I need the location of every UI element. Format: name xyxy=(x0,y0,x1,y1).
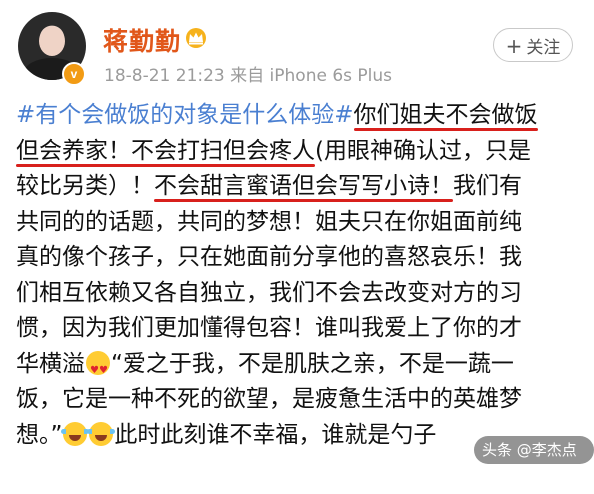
plus-icon: + xyxy=(505,34,523,58)
content-line: 真的像个孩子，只在她面前分享他的喜怒哀乐！我 xyxy=(16,244,522,270)
content-line: 但会养家！不会打扫但会疼人(用眼神确认过，只是 xyxy=(16,134,586,170)
tears-of-joy-emoji-icon xyxy=(61,421,90,446)
content-line: 华横溢 “爱之于我，不是肌肤之亲，不是一蔬一 xyxy=(16,347,586,388)
underlined-text: 不会甜言蜜语但会写写小诗！ xyxy=(154,173,453,199)
underlined-text: 你们姐夫不会做饭 xyxy=(353,102,538,128)
content-line: 们相互依赖又各自独立，我们不会去改变对方的习 xyxy=(16,279,522,306)
post-meta: 18-8-21 21:23 来自 iPhone 6s Plus xyxy=(104,66,393,86)
heart-eyes-emoji-icon xyxy=(86,350,110,388)
content-text: 此时此刻谁不幸福，谁就是勺子 xyxy=(114,421,437,448)
watermark: 头条 @李杰点 ↗ xyxy=(474,436,594,487)
content-text: 较比另类）！ xyxy=(16,173,154,199)
post-content: #有个会做饭的对象是什么体验#你们姐夫不会做饭 但会养家！不会打扫但会疼人(用眼… xyxy=(16,98,586,453)
content-text: (用眼神确认过，只是 xyxy=(315,137,531,164)
content-line: 较比另类）！不会甜言蜜语但会写写小诗！我们有 xyxy=(16,169,586,205)
topic-hashtag[interactable]: #有个会做饭的对象是什么体验# xyxy=(16,102,354,128)
share-icon: ↗ xyxy=(486,472,497,487)
follow-label: 关注 xyxy=(526,38,561,58)
watermark-text: 头条 @李杰点 xyxy=(482,441,577,459)
content-text: 华横溢 xyxy=(16,350,85,377)
underlined-text: 但会养家！不会打扫但会疼人 xyxy=(16,137,315,164)
crown-icon xyxy=(186,28,206,48)
content-line: #有个会做饭的对象是什么体验#你们姐夫不会做饭 xyxy=(16,98,586,134)
tears-of-joy-emoji-icon xyxy=(87,421,116,446)
post-header: v 蒋勤勤 18-8-21 21:23 来自 iPhone 6s Plus + 关… xyxy=(0,0,594,96)
content-text: 我们有 xyxy=(453,173,522,199)
content-line: 共同的的话题，共同的梦想！姐夫只在你姐面前纯 xyxy=(16,208,522,235)
content-text: “爱之于我，不是肌肤之亲，不是一蔬一 xyxy=(111,350,514,377)
follow-button[interactable]: + 关注 xyxy=(493,28,573,62)
content-line: 惯，因为我们更加懂得包容！谁叫我爱上了你的才 xyxy=(16,315,522,341)
avatar-face xyxy=(39,26,65,56)
verified-badge-icon: v xyxy=(62,62,86,86)
user-name[interactable]: 蒋勤勤 xyxy=(103,22,181,58)
content-text: 想。” xyxy=(16,421,63,448)
